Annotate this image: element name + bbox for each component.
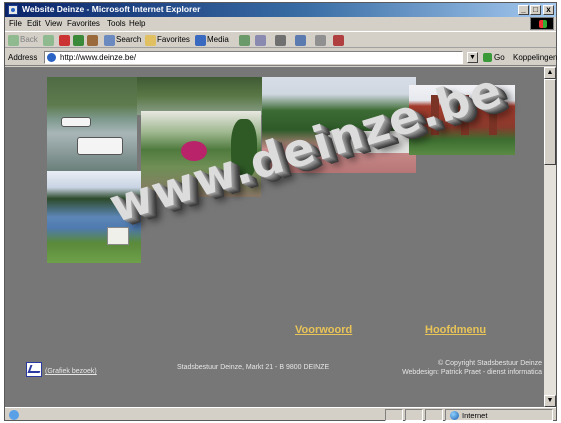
favorites-button[interactable]: Favorites xyxy=(157,35,190,44)
boat-shape xyxy=(61,117,91,127)
status-pane xyxy=(405,409,423,421)
stop-icon[interactable] xyxy=(59,35,70,46)
hoofdmenu-link[interactable]: Hoofdmenu xyxy=(425,324,486,336)
menu-view[interactable]: View xyxy=(45,19,62,28)
media-button[interactable]: Media xyxy=(207,35,229,44)
close-button[interactable]: x xyxy=(543,5,554,15)
footer-copyright: © Copyright Stadsbestuur Deinze xyxy=(438,360,542,367)
title-bar: Website Deinze - Microsoft Internet Expl… xyxy=(5,3,556,17)
refresh-icon[interactable] xyxy=(73,35,84,46)
home-icon[interactable] xyxy=(87,35,98,46)
photo-harbour xyxy=(47,77,137,171)
address-bar: Address http://www.deinze.be/ ▼ Go Koppe… xyxy=(5,49,557,66)
status-pane xyxy=(425,409,443,421)
discuss-icon[interactable] xyxy=(315,35,326,46)
back-arrow-icon[interactable] xyxy=(8,35,19,46)
windows-logo-icon xyxy=(530,17,554,30)
footer-address: Stadsbestuur Deinze, Markt 21 - B 9800 D… xyxy=(177,364,330,371)
page-content: www.deinze.be Voorwoord Hoofdmenu (Grafi… xyxy=(5,67,544,407)
mail-icon[interactable] xyxy=(255,35,266,46)
browser-window: Website Deinze - Microsoft Internet Expl… xyxy=(4,2,557,421)
ie-app-icon[interactable] xyxy=(8,5,18,15)
go-button[interactable]: Go xyxy=(494,53,505,62)
address-dropdown-button[interactable]: ▼ xyxy=(467,52,478,63)
maximize-button[interactable]: □ xyxy=(530,5,541,15)
media-icon[interactable] xyxy=(195,35,206,46)
search-icon[interactable] xyxy=(104,35,115,46)
boat-shape xyxy=(77,137,123,155)
stats-chart-icon[interactable] xyxy=(26,362,42,377)
photo-canal xyxy=(137,77,275,115)
scroll-up-button[interactable]: ▲ xyxy=(544,67,556,79)
minimize-button[interactable]: _ xyxy=(518,5,529,15)
scroll-thumb[interactable] xyxy=(544,79,556,165)
scroll-down-button[interactable]: ▼ xyxy=(544,395,556,407)
menu-edit[interactable]: Edit xyxy=(27,19,41,28)
search-button[interactable]: Search xyxy=(116,35,141,44)
vertical-scrollbar[interactable]: ▲ ▼ xyxy=(544,67,556,407)
zone-label: Internet xyxy=(462,411,488,420)
favorites-icon[interactable] xyxy=(145,35,156,46)
status-bar: Internet xyxy=(5,407,556,421)
address-input[interactable]: http://www.deinze.be/ xyxy=(44,51,463,64)
address-label: Address xyxy=(8,53,38,62)
menu-help[interactable]: Help xyxy=(129,19,145,28)
menu-favorites[interactable]: Favorites xyxy=(67,19,100,28)
security-zone-pane: Internet xyxy=(445,409,553,421)
page-status-icon xyxy=(9,410,19,420)
forward-arrow-icon[interactable] xyxy=(43,35,54,46)
footer-webdesign: Webdesign: Patrick Praet - dienst inform… xyxy=(402,369,542,376)
back-button[interactable]: Back xyxy=(20,35,38,44)
address-url[interactable]: http://www.deinze.be/ xyxy=(60,53,136,62)
globe-icon xyxy=(450,411,459,420)
menu-tools[interactable]: Tools xyxy=(107,19,126,28)
voorwoord-link[interactable]: Voorwoord xyxy=(295,324,352,336)
messenger-icon[interactable] xyxy=(333,35,344,46)
stats-link[interactable]: (Grafiek bezoek) xyxy=(45,368,97,375)
print-icon[interactable] xyxy=(275,35,286,46)
menu-bar: File Edit View Favorites Tools Help xyxy=(5,17,556,30)
go-arrow-icon[interactable] xyxy=(483,53,492,62)
menu-file[interactable]: File xyxy=(9,19,22,28)
window-title: Website Deinze - Microsoft Internet Expl… xyxy=(22,4,201,14)
standard-toolbar: Back Search Favorites Media xyxy=(5,31,556,48)
history-icon[interactable] xyxy=(239,35,250,46)
page-icon xyxy=(47,53,56,62)
edit-icon[interactable] xyxy=(295,35,306,46)
links-button[interactable]: Koppelingen xyxy=(513,53,557,62)
status-pane xyxy=(385,409,403,421)
